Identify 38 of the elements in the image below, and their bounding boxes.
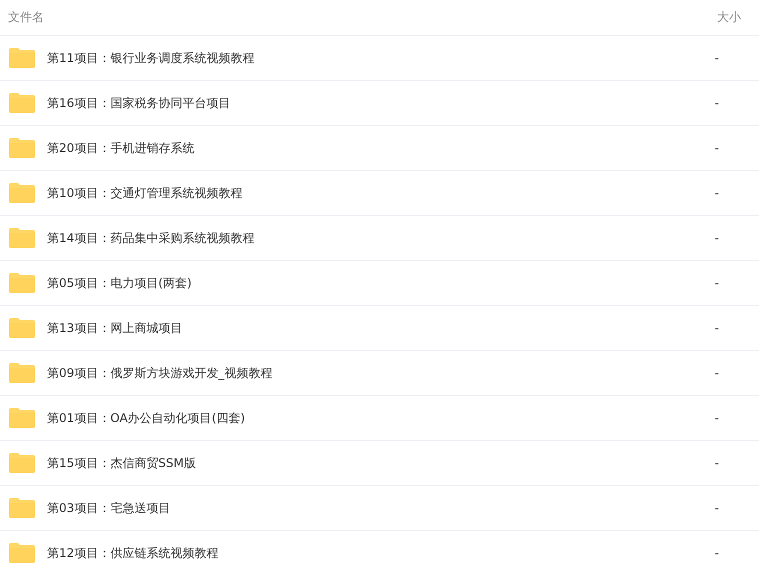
- file-size: -: [714, 276, 719, 290]
- file-size: -: [714, 546, 719, 560]
- file-name[interactable]: 第13项目：网上商城项目: [47, 320, 715, 336]
- folder-icon: [8, 272, 36, 294]
- file-name[interactable]: 第16项目：国家税务协同平台项目: [47, 94, 715, 112]
- folder-icon: [8, 137, 36, 159]
- file-name[interactable]: 第14项目：药品集中采购系统视频教程: [47, 230, 715, 246]
- folder-icon: [8, 47, 36, 69]
- file-name[interactable]: 第11项目：银行业务调度系统视频教程: [47, 50, 715, 66]
- column-header[interactable]: 大小: [717, 9, 741, 26]
- file-name[interactable]: 第15项目：杰信商贸SSM版: [47, 454, 715, 472]
- file-size: -: [714, 366, 719, 380]
- folder-icon: [8, 542, 36, 564]
- folder-icon: [8, 182, 36, 204]
- file-name[interactable]: 第05项目：电力项目(两套): [47, 274, 715, 292]
- folder-icon: [8, 497, 36, 519]
- folder-icon: [8, 92, 36, 114]
- file-name[interactable]: 第09项目：俄罗斯方块游戏开发_视频教程: [47, 364, 715, 382]
- folder-icon: [8, 407, 36, 429]
- file-size: -: [714, 51, 719, 65]
- file-size: -: [714, 186, 719, 200]
- file-size: -: [714, 456, 719, 470]
- file-size: -: [714, 411, 719, 425]
- file-name[interactable]: 第20项目：手机进销存系统: [47, 140, 715, 156]
- file-size: -: [714, 141, 719, 155]
- file-size: -: [714, 501, 719, 515]
- folder-icon: [8, 452, 36, 474]
- folder-icon: [8, 227, 36, 249]
- file-size: -: [714, 231, 719, 245]
- file-size: -: [714, 96, 719, 110]
- file-size: -: [714, 321, 719, 335]
- column-header[interactable]: 文件名: [8, 9, 44, 26]
- file-name[interactable]: 第01项目：OA办公自动化项目(四套): [47, 410, 715, 426]
- file-name[interactable]: 第10项目：交通灯管理系统视频教程: [47, 184, 715, 202]
- folder-icon: [8, 317, 36, 339]
- file-name[interactable]: 第12项目：供应链系统视频教程: [47, 544, 715, 562]
- folder-icon: [8, 362, 36, 384]
- file-name[interactable]: 第03项目：宅急送项目: [47, 500, 715, 516]
